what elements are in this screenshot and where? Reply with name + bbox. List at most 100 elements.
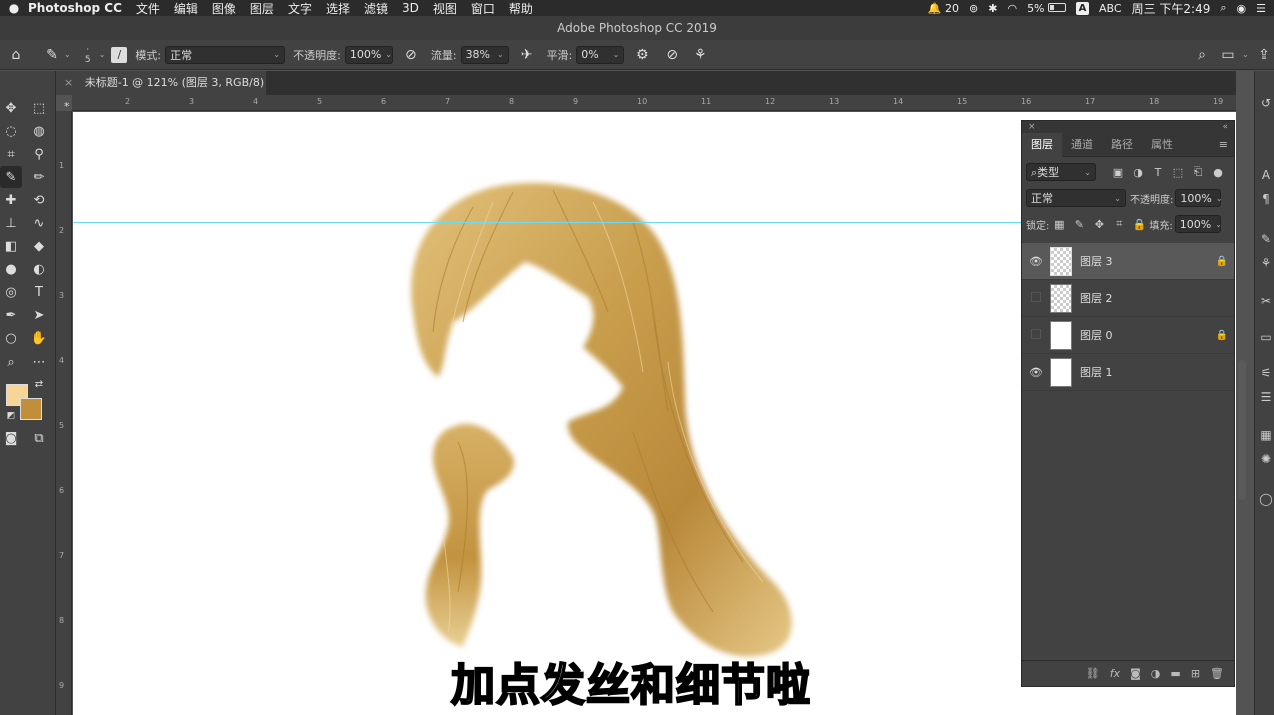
filter-type-icon[interactable]: T xyxy=(1148,163,1168,181)
document-tab[interactable]: × 未标题-1 @ 121% (图层 3, RGB/8) * xyxy=(56,71,266,113)
lock-all-icon[interactable]: 🔒 xyxy=(1129,215,1149,233)
pencil-tool-icon[interactable]: ✏ xyxy=(28,166,50,188)
apple-menu-icon[interactable]: ● xyxy=(0,1,28,15)
siri-icon[interactable]: ◉ xyxy=(1237,2,1247,15)
adjustment-layer-icon[interactable]: ◑ xyxy=(1151,667,1161,680)
menu-help[interactable]: 帮助 xyxy=(509,0,533,17)
character-icon[interactable]: A xyxy=(1258,167,1274,183)
close-tab-icon[interactable]: × xyxy=(64,76,73,89)
layer-opacity-input[interactable]: 100% ⌄ xyxy=(1175,189,1223,207)
tab-channels[interactable]: 通道 xyxy=(1062,133,1102,157)
layer-row[interactable]: 图层 0 🔒 xyxy=(1022,317,1234,354)
healing-brush-tool-icon[interactable]: ✚ xyxy=(0,189,22,211)
wifi-icon[interactable]: ◠ xyxy=(1007,2,1017,15)
history-brush-tool-icon[interactable]: ⟲ xyxy=(28,189,50,211)
menu-window[interactable]: 窗口 xyxy=(471,0,495,17)
paint-bucket-tool-icon[interactable]: ◆ xyxy=(28,235,50,257)
smoothing-input[interactable]: 0% ⌄ xyxy=(576,45,625,64)
path-select-tool-icon[interactable]: ➤ xyxy=(28,304,50,326)
menu-select[interactable]: 选择 xyxy=(326,0,350,17)
layer-filter-select[interactable]: ⌕类型 ⌄ xyxy=(1026,163,1096,181)
app-menu[interactable]: Photoshop CC xyxy=(28,1,122,15)
battery-status[interactable]: 5% xyxy=(1027,2,1067,15)
smudge-brush-tool-icon[interactable]: ∿ xyxy=(28,212,50,234)
search-panel-icon[interactable]: ◯ xyxy=(1258,491,1274,507)
libraries-icon[interactable]: ▭ xyxy=(1258,329,1274,345)
layer-row[interactable]: 👁 图层 1 xyxy=(1022,354,1234,391)
lock-artboard-icon[interactable]: ⌗ xyxy=(1109,215,1129,233)
menu-filter[interactable]: 滤镜 xyxy=(364,0,388,17)
collapse-panel-icon[interactable]: « xyxy=(1222,121,1228,133)
lock-transparent-icon[interactable]: ▦ xyxy=(1049,215,1069,233)
menu-view[interactable]: 视图 xyxy=(433,0,457,17)
ellipse-tool-icon[interactable]: ○ xyxy=(0,327,22,349)
marquee-tool-icon[interactable]: ⬚ xyxy=(28,97,50,119)
fill-input[interactable]: 100% ⌄ xyxy=(1174,215,1222,233)
screen-mode-icon[interactable]: ⧉ xyxy=(28,427,50,449)
add-mask-icon[interactable]: ◙ xyxy=(1130,667,1141,680)
quick-select-tool-icon[interactable]: ◍ xyxy=(28,120,50,142)
blur-tool-icon[interactable]: ● xyxy=(0,258,22,280)
lock-position-icon[interactable]: ✥ xyxy=(1089,215,1109,233)
vertical-scrollbar[interactable] xyxy=(1238,360,1246,500)
type-tool-icon[interactable]: T xyxy=(28,281,50,303)
flow-input[interactable]: 38% ⌄ xyxy=(460,45,509,64)
brushes-icon[interactable]: ✎ xyxy=(1258,231,1274,247)
tab-layers[interactable]: 图层 xyxy=(1022,132,1062,157)
history-icon[interactable]: ↺ xyxy=(1258,95,1274,111)
airbrush-icon[interactable]: ✈ xyxy=(515,43,539,67)
brush-preset-icon[interactable]: ✎ xyxy=(40,43,64,67)
visibility-eye-icon[interactable]: 👁 xyxy=(1022,366,1050,379)
tab-paths[interactable]: 路径 xyxy=(1102,133,1142,157)
workspace-chevron-icon[interactable]: ⌄ xyxy=(1242,50,1249,59)
cyan-guide-line[interactable] xyxy=(73,222,1021,223)
filter-adjustment-icon[interactable]: ◑ xyxy=(1128,163,1148,181)
new-layer-icon[interactable]: ⊞ xyxy=(1191,667,1200,680)
tool-presets-icon[interactable]: ✂ xyxy=(1258,293,1274,309)
tab-properties[interactable]: 属性 xyxy=(1142,133,1182,157)
visibility-eye-icon[interactable]: 👁 xyxy=(1022,255,1050,268)
eraser-tool-icon[interactable]: ◧ xyxy=(0,235,22,257)
bluetooth-icon[interactable]: ✱ xyxy=(988,2,997,15)
visibility-hidden-box[interactable] xyxy=(1022,291,1050,305)
menu-file[interactable]: 文件 xyxy=(136,0,160,17)
menu-edit[interactable]: 编辑 xyxy=(174,0,198,17)
workspace-icon[interactable]: ▭ xyxy=(1216,43,1240,67)
clone-stamp-tool-icon[interactable]: ⊥ xyxy=(0,212,22,234)
pressure-opacity-icon[interactable]: ⊘ xyxy=(399,43,423,67)
navigator-icon[interactable]: ✺ xyxy=(1258,451,1274,467)
eyedropper-tool-icon[interactable]: ⚲ xyxy=(28,143,50,165)
layer-name[interactable]: 图层 2 xyxy=(1080,290,1210,306)
adjustments-icon[interactable]: ⚟ xyxy=(1258,365,1274,381)
filter-shape-icon[interactable]: ⬚ xyxy=(1168,163,1188,181)
layer-name[interactable]: 图层 1 xyxy=(1080,364,1210,380)
pressure-size-icon[interactable]: ⊘ xyxy=(660,43,684,67)
brush-settings-icon[interactable]: ∕ xyxy=(111,46,128,63)
crop-tool-icon[interactable]: ⌗ xyxy=(0,143,22,165)
menu-type[interactable]: 文字 xyxy=(288,0,312,17)
notification-status[interactable]: 🔔 20 xyxy=(928,2,959,15)
hand-tool-icon[interactable]: ✋ xyxy=(28,327,50,349)
default-colors-icon[interactable]: ◩ xyxy=(4,409,18,423)
creative-cloud-icon[interactable]: ⊚ xyxy=(969,2,978,15)
zoom-tool-icon[interactable]: ⌕ xyxy=(0,351,22,373)
filter-smart-object-icon[interactable]: ⎗ xyxy=(1188,163,1208,181)
smoothing-gear-icon[interactable]: ⚙ xyxy=(630,43,654,67)
layer-style-fx-icon[interactable]: fx xyxy=(1110,667,1120,680)
input-source[interactable]: ABC xyxy=(1099,2,1122,15)
opacity-input[interactable]: 100% ⌄ xyxy=(344,45,393,64)
horizontal-ruler[interactable]: 2 3 4 5 6 7 8 9 10 11 12 13 14 15 16 17 18 19 xyxy=(72,95,1236,111)
layer-row[interactable]: 👁 图层 3 🔒 xyxy=(1022,243,1234,280)
panel-menu-icon[interactable]: ≡ xyxy=(1219,133,1228,157)
clock[interactable]: 周三 下午2:49 xyxy=(1132,0,1211,17)
symmetry-butterfly-icon[interactable]: ⚘ xyxy=(688,43,712,67)
move-tool-icon[interactable]: ✥ xyxy=(0,97,22,119)
swatches-icon[interactable]: ▦ xyxy=(1258,427,1274,443)
link-layers-icon[interactable]: ⛓ xyxy=(1086,667,1100,680)
lasso-tool-icon[interactable]: ◌ xyxy=(0,120,22,142)
share-icon[interactable]: ⇪ xyxy=(1252,43,1274,67)
visibility-hidden-box[interactable] xyxy=(1022,328,1050,342)
more-tools-icon[interactable]: ⋯ xyxy=(28,351,50,373)
brush-size-chevron-icon[interactable]: ⌄ xyxy=(99,50,106,59)
paragraph-icon[interactable]: ¶ xyxy=(1258,191,1274,207)
